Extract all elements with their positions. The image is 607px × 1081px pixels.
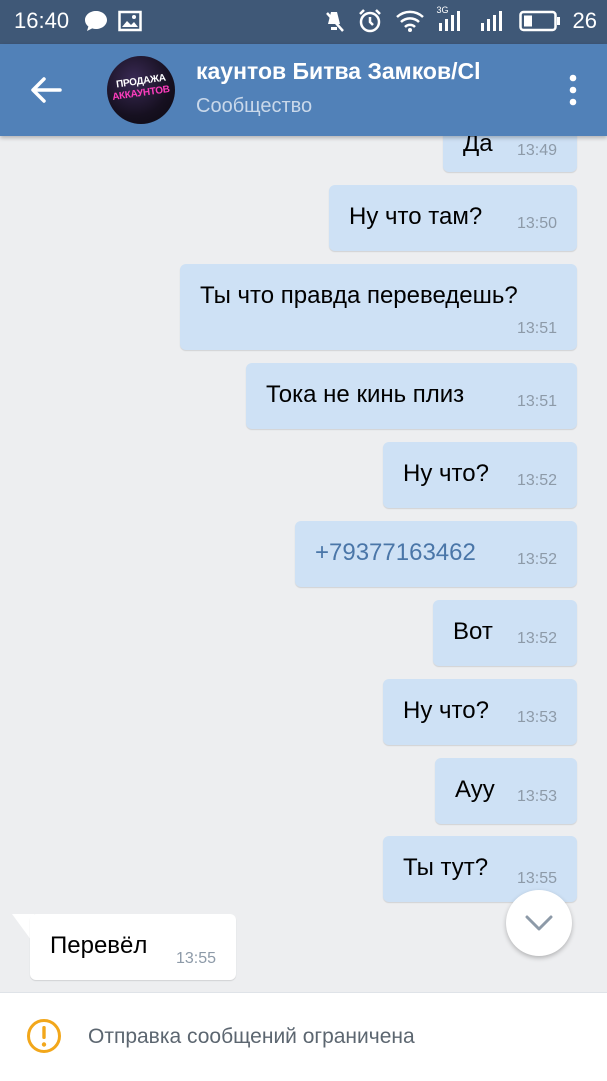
message-time: 13:52	[516, 472, 557, 489]
message-time: 13:55	[175, 950, 216, 967]
message-time: 13:52	[516, 630, 557, 647]
more-options-icon[interactable]	[569, 74, 577, 106]
chevron-down-icon	[525, 915, 553, 931]
community-avatar[interactable]: ПРОДАЖА АККАУНТОВ	[107, 56, 175, 124]
wifi-icon	[395, 10, 424, 32]
message-bubble[interactable]: Ну что? 13:53	[383, 679, 577, 745]
status-bar: 16:40 3G 26	[0, 0, 607, 44]
message-text: Да	[463, 136, 493, 157]
message-text: Перевёл	[50, 932, 148, 959]
chat-title: каунтов Битва Замков/Cl	[196, 58, 481, 84]
chat-title-block[interactable]: каунтов Битва Замков/Cl Сообщество	[196, 58, 526, 118]
message-time: 13:53	[516, 788, 557, 805]
battery-icon	[518, 10, 560, 32]
back-arrow-icon[interactable]	[28, 72, 64, 108]
message-list[interactable]: Да 13:49 Ну что там? 13:50 Ты что правда…	[0, 136, 607, 992]
chat-header: ПРОДАЖА АККАУНТОВ каунтов Битва Замков/C…	[0, 44, 607, 136]
message-bubble[interactable]: Ты что правда переведешь? 13:51	[180, 264, 577, 350]
message-bubble-incoming[interactable]: Перевёл 13:55	[30, 914, 236, 980]
battery-percent: 26	[572, 8, 597, 33]
status-right-icons: 3G 26	[323, 5, 597, 34]
signal-icon	[438, 11, 460, 31]
warning-icon	[27, 1019, 61, 1053]
scroll-down-button[interactable]	[506, 890, 572, 956]
message-bubble[interactable]: Ну что? 13:52	[383, 442, 577, 508]
message-time: 13:49	[516, 142, 557, 159]
message-time: 13:51	[516, 393, 557, 410]
message-time: 13:50	[516, 215, 557, 232]
message-bubble[interactable]: Ауу 13:53	[435, 758, 577, 824]
chat-subtitle: Сообщество	[196, 95, 313, 117]
message-text: Ты тут?	[403, 854, 489, 881]
message-text: Тока не кинь плиз	[266, 381, 465, 408]
restriction-notice: Отправка сообщений ограничена	[88, 1025, 415, 1048]
phone-link[interactable]: +79377163462	[315, 539, 476, 567]
message-bubble[interactable]: Ну что там? 13:50	[329, 185, 577, 251]
messaging-restricted-bar: Отправка сообщений ограничена	[0, 992, 607, 1081]
image-icon	[118, 10, 142, 32]
message-text: Ауу	[455, 776, 495, 803]
message-text: Ты что правда переведешь?	[200, 282, 518, 309]
message-text: Вот	[453, 618, 493, 645]
message-time: 13:53	[516, 709, 557, 726]
message-bubble[interactable]: Тока не кинь плиз 13:51	[246, 363, 577, 429]
message-bubble[interactable]: +79377163462 13:52	[295, 521, 577, 587]
signal-icon-2	[480, 11, 502, 31]
message-text: Ну что там?	[349, 203, 483, 230]
message-text: Ну что?	[403, 460, 489, 487]
message-time: 13:55	[516, 870, 557, 887]
chat-bubble-icon	[85, 11, 107, 31]
message-time: 13:51	[516, 320, 557, 337]
alarm-icon	[358, 9, 381, 33]
message-text: Ну что?	[403, 697, 489, 724]
network-signal: 3G	[437, 5, 467, 33]
message-bubble[interactable]: Да 13:49	[443, 136, 577, 172]
status-time: 16:40	[14, 8, 70, 33]
message-bubble[interactable]: Вот 13:52	[433, 600, 577, 666]
message-time: 13:52	[516, 551, 557, 568]
notification-icons	[84, 10, 142, 32]
mute-icon	[325, 12, 344, 32]
